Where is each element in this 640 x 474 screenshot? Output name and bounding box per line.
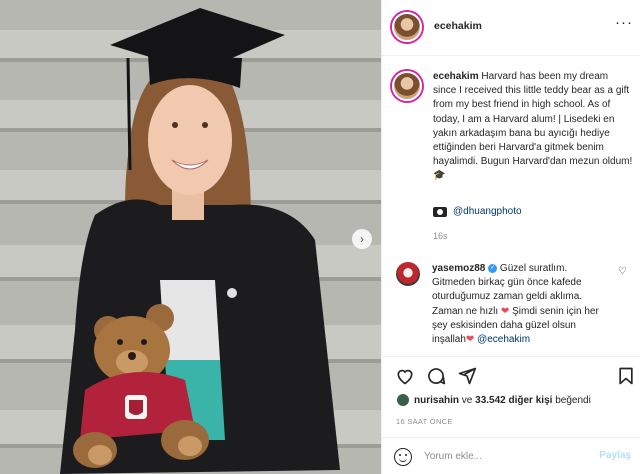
next-photo-button[interactable]: › (352, 229, 372, 249)
avatar[interactable] (392, 12, 422, 42)
emoji-icon[interactable] (394, 448, 412, 466)
comment-text: yasemoz88 ✓ Güzel suratlım. Gitmeden bir… (432, 262, 612, 347)
likes-summary: nurisahin ve 33.542 diğer kişi beğendi (382, 391, 640, 411)
comment-button[interactable] (425, 365, 447, 387)
graduate-with-teddy-bear-image (0, 0, 381, 474)
post-panel: ecehakim ··· ecehakim Harvard has been m… (381, 0, 640, 474)
comment-avatar[interactable] (396, 262, 420, 286)
add-comment-bar: Paylaş (382, 437, 640, 474)
bookmark-icon (619, 367, 633, 385)
post-photo[interactable]: › (0, 0, 381, 474)
caption-text: ecehakim Harvard has been my dream since… (433, 70, 633, 184)
verified-badge-icon: ✓ (488, 263, 498, 273)
camera-icon (433, 206, 447, 217)
photo-credit-link[interactable]: @dhuangphoto (453, 206, 522, 217)
comment-icon (428, 368, 446, 385)
like-button[interactable] (394, 365, 416, 387)
heart-icon (397, 369, 413, 385)
comment-username[interactable]: yasemoz88 (432, 263, 485, 274)
post-timestamp[interactable]: 16 SAAT ÖNCE (396, 417, 453, 426)
save-button[interactable] (615, 365, 637, 387)
more-options-icon[interactable]: ··· (615, 14, 633, 31)
comment-like-heart-icon[interactable]: ♡ (618, 266, 627, 277)
likes-and: ve (459, 395, 476, 406)
likes-suffix: beğendi (552, 395, 591, 406)
caption-body: Harvard has been my dream since I receiv… (433, 71, 636, 182)
share-button[interactable] (456, 365, 478, 387)
liker-avatar[interactable] (396, 393, 410, 407)
caption-timestamp: 16s (433, 231, 448, 241)
chevron-right-icon: › (360, 232, 364, 246)
liker-username[interactable]: nurisahin (414, 395, 459, 406)
photo-credit: @dhuangphoto (433, 206, 522, 217)
caption-avatar[interactable] (392, 71, 422, 101)
likes-count[interactable]: 33.542 diğer kişi (475, 395, 552, 406)
action-bar (382, 356, 640, 392)
post-comment-button[interactable]: Paylaş (599, 450, 631, 461)
share-icon (458, 367, 477, 385)
comment-input[interactable] (424, 448, 584, 464)
comment-mention-link[interactable]: @ecehakim (474, 334, 530, 345)
post-header: ecehakim ··· (382, 0, 640, 56)
header-username[interactable]: ecehakim (434, 20, 482, 32)
likes-text: nurisahin ve 33.542 diğer kişi beğendi (414, 395, 591, 406)
caption-username[interactable]: ecehakim (433, 71, 479, 82)
